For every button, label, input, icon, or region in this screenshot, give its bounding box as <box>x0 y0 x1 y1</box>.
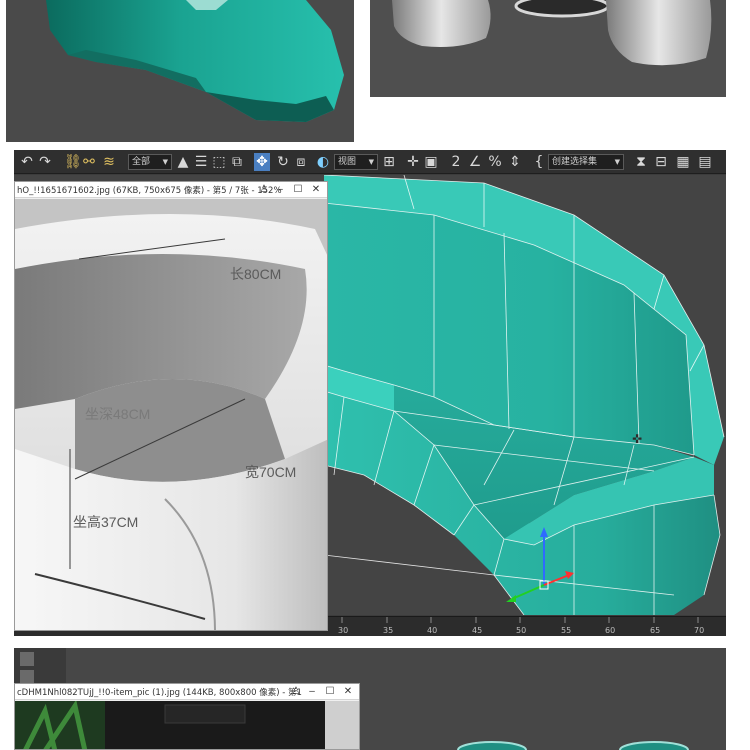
sofa-dimension-photo: 长80CM 坐深48CM 宽70CM 坐高37CM <box>15 199 327 630</box>
reference-coord-select[interactable]: 视图 ▼ <box>334 154 378 170</box>
close-icon[interactable]: ✕ <box>341 685 355 699</box>
cursor-icon: ✜ <box>632 432 642 446</box>
redo-icon[interactable]: ↷ <box>38 153 52 171</box>
select-place-icon[interactable]: ◐ <box>316 153 330 171</box>
top-right-viewport[interactable] <box>370 0 726 97</box>
ruler-tick: 35 <box>383 626 393 635</box>
image-viewer-window[interactable]: hO_!!1651671602.jpg (67KB, 750x675 像素) -… <box>14 181 328 631</box>
ruler-tick: 40 <box>427 626 437 635</box>
image-viewer-2-titlebar[interactable]: cDHM1Nhl082TUjJ_!!0-item_pic (1).jpg (14… <box>15 684 359 700</box>
align-icon[interactable]: ⊟ <box>654 153 668 171</box>
chair-render-top-left <box>46 0 344 122</box>
selection-filter-select[interactable]: 全部 ▼ <box>128 154 172 170</box>
minimize-icon[interactable]: – <box>273 183 287 197</box>
layer-explorer-icon[interactable]: ▦ <box>676 153 690 171</box>
snap-toggle-icon[interactable]: 2 <box>448 153 464 171</box>
undo-icon[interactable]: ↶ <box>20 153 34 171</box>
depth-label: 坐深48CM <box>85 406 151 422</box>
ruler-tick: 55 <box>561 626 571 635</box>
percent-snap-icon[interactable]: % <box>488 153 502 171</box>
shirt-icon[interactable]: ♙ <box>289 685 303 699</box>
seat-height-label: 坐高37CM <box>73 514 139 530</box>
manipulate-icon[interactable]: ✛ <box>406 153 420 171</box>
link-icon[interactable]: ⛓ <box>64 153 82 171</box>
chevron-down-icon: ▼ <box>162 158 168 166</box>
window-crossing-icon[interactable]: ⧉ <box>230 153 244 171</box>
image-viewer-2-title: cDHM1Nhl082TUjJ_!!0-item_pic (1).jpg (14… <box>17 688 302 698</box>
move-icon[interactable]: ✥ <box>254 153 270 171</box>
spinner-snap-icon[interactable]: ⇕ <box>508 153 522 171</box>
top-left-viewport[interactable] <box>6 0 354 142</box>
keyboard-shortcut-icon[interactable]: ▣ <box>424 153 438 171</box>
image-viewer-title: hO_!!1651671602.jpg (67KB, 750x675 像素) -… <box>17 186 282 196</box>
close-icon[interactable]: ✕ <box>309 183 323 197</box>
edit-named-sets-icon[interactable]: { <box>532 153 546 171</box>
selection-filter-value: 全部 <box>132 157 151 167</box>
select-by-name-icon[interactable]: ☰ <box>194 153 208 171</box>
shirt-icon[interactable]: ♙ <box>257 183 271 197</box>
image-viewer-window-2[interactable]: cDHM1Nhl082TUjJ_!!0-item_pic (1).jpg (14… <box>14 683 360 750</box>
rect-selection-icon[interactable]: ⬚ <box>212 153 226 171</box>
maximize-icon[interactable]: ☐ <box>323 685 337 699</box>
angle-snap-icon[interactable]: ∠ <box>468 153 482 171</box>
mirror-icon[interactable]: ⧗ <box>634 153 648 171</box>
ruler-tick: 45 <box>472 626 482 635</box>
image-viewer-titlebar[interactable]: hO_!!1651671602.jpg (67KB, 750x675 像素) -… <box>15 182 327 198</box>
scale-icon[interactable]: ⧈ <box>294 153 308 171</box>
reference-coord-value: 视图 <box>338 157 357 167</box>
ruler-tick: 30 <box>338 626 348 635</box>
room-photo <box>15 701 359 749</box>
minimize-icon[interactable]: – <box>305 685 319 699</box>
ruler-tick: 65 <box>650 626 660 635</box>
pivot-icon[interactable]: ⊞ <box>382 153 396 171</box>
ribbon-icon[interactable]: ▤ <box>698 153 712 171</box>
named-selection-set-select[interactable]: 创建选择集 ▼ <box>548 154 624 170</box>
ruler-tick: 50 <box>516 626 526 635</box>
main-toolbar: ↶ ↷ ⛓ ⚯ ≋ 全部 ▼ ▲ ☰ ⬚ ⧉ ✥ ↻ ⧈ ◐ 视图 ▼ ⊞ ✛ … <box>14 150 726 174</box>
ruler-tick: 60 <box>605 626 615 635</box>
room-photo-drawing <box>15 701 359 749</box>
unlink-icon[interactable]: ⚯ <box>82 153 96 171</box>
width-label: 宽70CM <box>245 464 297 480</box>
chevron-down-icon: ▼ <box>614 158 620 166</box>
chevron-down-icon: ▼ <box>368 158 374 166</box>
stool-render-top-right <box>392 0 712 66</box>
rotate-icon[interactable]: ↻ <box>276 153 290 171</box>
maximize-icon[interactable]: ☐ <box>291 183 305 197</box>
select-object-icon[interactable]: ▲ <box>176 153 190 171</box>
bind-space-warp-icon[interactable]: ≋ <box>102 153 116 171</box>
named-selection-set-value: 创建选择集 <box>552 157 598 167</box>
ruler-tick: 70 <box>694 626 704 635</box>
length-label: 长80CM <box>230 266 282 282</box>
